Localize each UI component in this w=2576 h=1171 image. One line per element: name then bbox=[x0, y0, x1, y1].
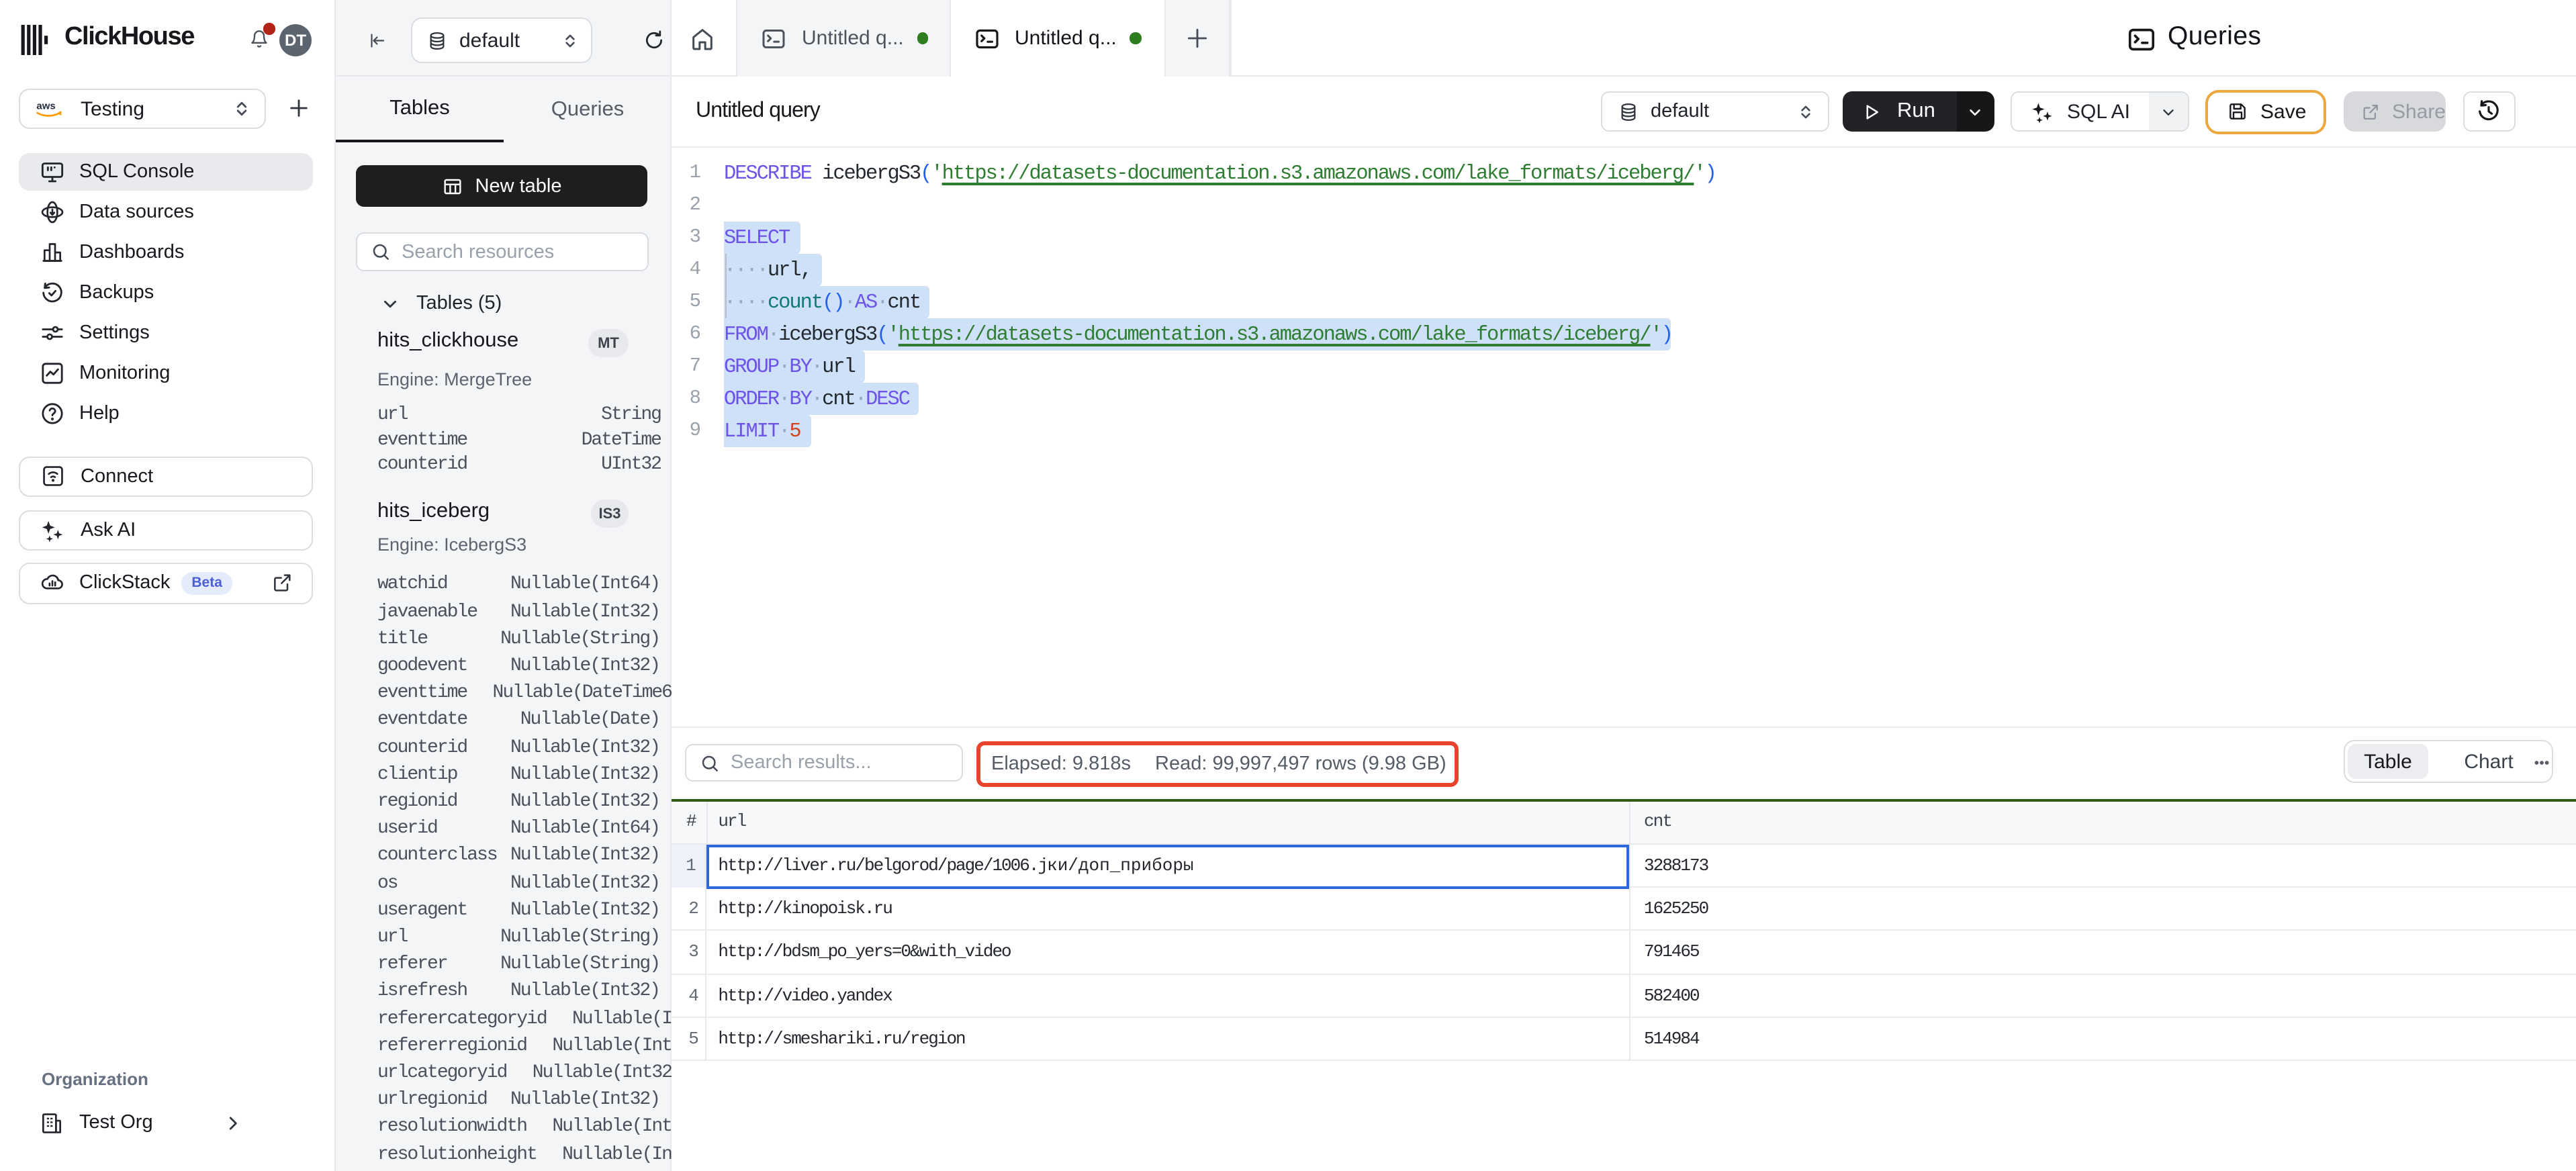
svg-text:aws: aws bbox=[36, 101, 55, 112]
